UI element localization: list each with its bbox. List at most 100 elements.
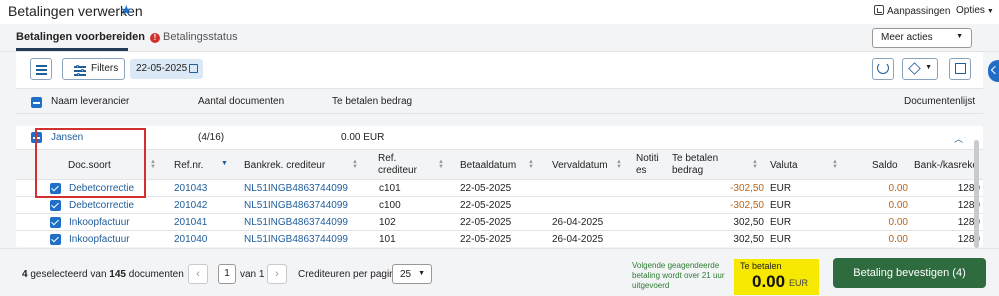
supplier-table-header: Naam leverancier Aantal documenten Te be… <box>16 88 983 114</box>
due-date: 26-04-2025 <box>552 217 604 228</box>
currency: EUR <box>770 200 792 211</box>
confirm-payment-button[interactable]: Betaling bevestigen (4) <box>833 258 986 288</box>
total-count: 145 <box>109 269 126 280</box>
doc-type-link[interactable]: Inkoopfactuur <box>69 234 130 245</box>
table-row[interactable]: Inkoopfactuur 201041 NL51INGB4863744099 … <box>16 214 983 231</box>
col-supplier-name: Naam leverancier <box>51 96 130 107</box>
bank-account-link[interactable]: NL51INGB4863744099 <box>244 200 348 211</box>
bank-account-link[interactable]: NL51INGB4863744099 <box>244 183 348 194</box>
col-ref-creditor-2[interactable]: crediteur <box>378 165 417 176</box>
table-row[interactable]: Inkoopfactuur 201040 NL51INGB4863744099 … <box>16 231 983 247</box>
col-due-date[interactable]: Vervaldatum <box>552 160 608 171</box>
vertical-scrollbar[interactable] <box>974 140 979 248</box>
pay-amount: 0.00 <box>752 272 786 291</box>
more-actions-label: Meer acties <box>881 32 933 43</box>
options-menu[interactable]: Opties ▼ <box>956 5 994 16</box>
amount-to-pay: 302,50 <box>733 217 764 228</box>
balance: 0.00 <box>888 200 908 211</box>
pay-date: 22-05-2025 <box>460 234 512 245</box>
doc-type-link[interactable]: Debetcorrectie <box>69 200 134 211</box>
adjust-icon <box>874 5 884 15</box>
filters-label: Filters <box>91 63 119 74</box>
col-ref-creditor-1[interactable]: Ref. <box>378 153 396 164</box>
col-pay-date[interactable]: Betaaldatum <box>460 160 516 171</box>
tab-payments-prepare[interactable]: Betalingen voorbereiden <box>16 31 145 43</box>
ref-link[interactable]: 201041 <box>174 217 207 228</box>
next-page-icon[interactable]: › <box>267 264 287 284</box>
selection-text: geselecteerd van <box>30 269 107 280</box>
sort-desc-icon[interactable]: ▼ <box>221 160 228 167</box>
payments-card: Filters 22-05-2025 ▼ Naam leverancier Aa… <box>16 52 983 247</box>
chevron-down-icon: ▼ <box>956 33 963 40</box>
refresh-button[interactable] <box>872 58 894 80</box>
col-currency[interactable]: Valuta <box>770 160 798 171</box>
table-settings-icon <box>955 63 966 74</box>
side-panel-toggle-chevron-icon[interactable] <box>988 60 999 82</box>
row-checkbox[interactable] <box>50 200 61 211</box>
column-settings-button[interactable] <box>949 58 971 80</box>
row-checkbox[interactable] <box>50 217 61 228</box>
supplier-group-row[interactable]: Jansen (4/16) 0.00 EUR ︿ <box>16 126 983 150</box>
pay-date: 22-05-2025 <box>460 183 512 194</box>
currency: EUR <box>770 183 792 194</box>
more-actions-dropdown[interactable]: Meer acties ▼ <box>872 28 972 48</box>
amount-to-pay: -302,50 <box>730 200 764 211</box>
footer-bar: 4 geselecteerd van 145 documenten ‹ 1 va… <box>0 248 999 296</box>
ref-creditor: 101 <box>379 234 396 245</box>
schedule-notice: Volgende geagendeerde betaling wordt ove… <box>632 261 725 290</box>
col-doc-count: Aantal documenten <box>198 96 285 107</box>
date-filter-chip[interactable]: 22-05-2025 <box>130 59 203 79</box>
balance: 0.00 <box>888 234 908 245</box>
col-bank-account[interactable]: Bankrek. crediteur <box>244 160 325 171</box>
active-tab-indicator <box>16 48 128 51</box>
pay-date: 22-05-2025 <box>460 217 512 228</box>
doc-type-link[interactable]: Inkoopfactuur <box>69 217 130 228</box>
sort-icon[interactable]: ▲ ▼ <box>528 159 534 170</box>
layers-dropdown[interactable]: ▼ <box>902 58 938 80</box>
options-label: Opties <box>956 5 985 16</box>
col-balance[interactable]: Saldo <box>872 160 898 171</box>
chevron-down-icon: ▼ <box>986 8 994 15</box>
bank-account-link[interactable]: NL51INGB4863744099 <box>244 217 348 228</box>
collapse-chevron-up-icon[interactable]: ︿ <box>954 132 963 145</box>
favorite-star-icon[interactable]: ★ <box>120 2 133 19</box>
ref-link[interactable]: 201042 <box>174 200 207 211</box>
select-all-checkbox[interactable] <box>31 97 42 108</box>
group-doc-count: (4/16) <box>198 132 225 143</box>
chevron-down-icon: ▼ <box>418 270 425 277</box>
select-list-button[interactable] <box>30 58 52 80</box>
col-ref-nr[interactable]: Ref.nr. <box>174 160 203 171</box>
sort-icon[interactable]: ▲ ▼ <box>832 159 838 170</box>
col-to-pay-2[interactable]: bedrag <box>672 165 703 176</box>
col-notes-2[interactable]: es <box>636 165 647 176</box>
selected-count: 4 <box>22 269 28 280</box>
selection-count: 4 geselecteerd van 145 documenten <box>22 269 184 280</box>
amount-to-pay: -302,50 <box>730 183 764 194</box>
row-checkbox[interactable] <box>50 234 61 245</box>
page-number-input[interactable]: 1 <box>218 264 236 284</box>
ref-link[interactable]: 201043 <box>174 183 207 194</box>
table-row[interactable]: Debetcorrectie 201042 NL51INGB4863744099… <box>16 197 983 214</box>
filters-button[interactable]: Filters <box>62 58 125 80</box>
top-bar: Betalingen verwerken ★ Aanpassingen Opti… <box>0 0 999 24</box>
prev-page-icon[interactable]: ‹ <box>188 264 208 284</box>
due-date: 26-04-2025 <box>552 234 604 245</box>
sort-icon[interactable]: ▲ ▼ <box>616 159 622 170</box>
adjustments-button[interactable]: Aanpassingen <box>874 5 950 17</box>
sort-icon[interactable]: ▲ ▼ <box>752 159 758 170</box>
sort-icon[interactable]: ▲ ▼ <box>352 159 358 170</box>
group-amount: 0.00 EUR <box>341 132 385 143</box>
table-row[interactable]: Debetcorrectie 201043 NL51INGB4863744099… <box>16 180 983 197</box>
col-to-pay-1[interactable]: Te betalen <box>672 153 718 164</box>
layers-icon <box>908 62 921 75</box>
tab-payment-status[interactable]: ! Betalingsstatus <box>150 31 238 43</box>
bank-account-link[interactable]: NL51INGB4863744099 <box>244 234 348 245</box>
per-page-select[interactable]: 25 ▼ <box>392 264 432 284</box>
sort-icon[interactable]: ▲ ▼ <box>438 159 444 170</box>
col-notes-1[interactable]: Notiti <box>636 153 659 164</box>
tab-payment-status-label: Betalingsstatus <box>163 31 238 43</box>
ref-link[interactable]: 201040 <box>174 234 207 245</box>
sort-icon[interactable]: ▲ ▼ <box>150 159 156 170</box>
col-bank-register[interactable]: Bank-/kasreke <box>914 160 978 171</box>
document-table-header: Doc.soort ▲ ▼ Ref.nr. ▼ Bankrek. crediteu… <box>16 150 983 180</box>
